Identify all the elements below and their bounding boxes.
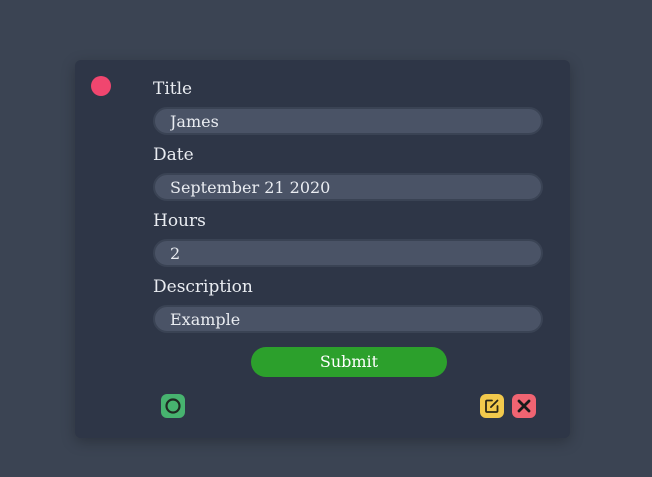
close-icon bbox=[517, 399, 531, 413]
entry-card: Title Date Hours Description Submit bbox=[75, 60, 570, 438]
title-label: Title bbox=[153, 79, 193, 99]
circle-icon bbox=[165, 398, 181, 414]
circle-button[interactable] bbox=[161, 394, 185, 418]
status-dot-icon bbox=[91, 76, 111, 96]
description-label: Description bbox=[153, 277, 253, 297]
title-input[interactable] bbox=[153, 107, 543, 135]
edit-button[interactable] bbox=[480, 394, 504, 418]
date-input[interactable] bbox=[153, 173, 543, 201]
edit-icon bbox=[485, 399, 499, 413]
close-button[interactable] bbox=[512, 394, 536, 418]
hours-label: Hours bbox=[153, 211, 206, 231]
submit-button[interactable]: Submit bbox=[251, 347, 447, 377]
date-label: Date bbox=[153, 145, 194, 165]
description-input[interactable] bbox=[153, 305, 543, 333]
entry-form: Title Date Hours Description bbox=[153, 78, 543, 342]
hours-input[interactable] bbox=[153, 239, 543, 267]
